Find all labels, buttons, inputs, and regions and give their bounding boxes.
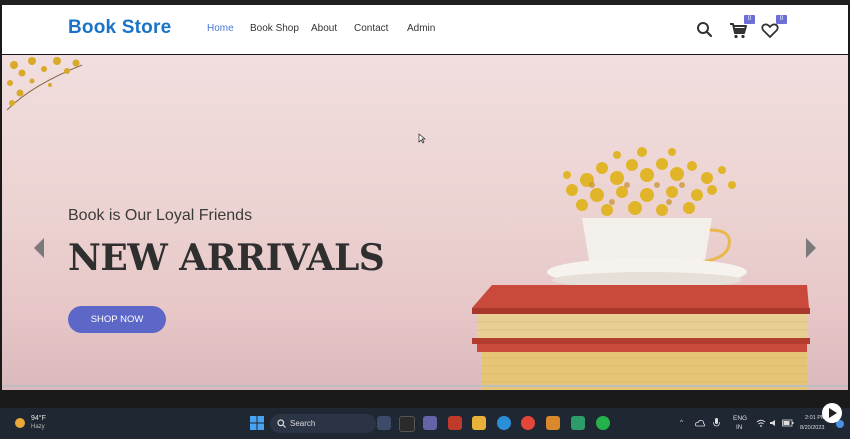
nav-link-home[interactable]: Home [207, 23, 234, 34]
site-logo[interactable]: Book Store [68, 17, 171, 39]
search-icon [697, 22, 713, 38]
search-icon [277, 419, 286, 428]
weather-condition: Hazy [31, 424, 45, 430]
chevron-left-icon[interactable] [32, 237, 46, 259]
search-button[interactable] [694, 19, 716, 41]
whatsapp-icon[interactable] [596, 416, 610, 430]
chrome-icon[interactable] [521, 416, 535, 430]
edge-icon[interactable] [497, 416, 511, 430]
weather-sun-icon [15, 418, 25, 428]
language-indicator[interactable]: ENG [733, 415, 747, 422]
copilot-icon[interactable] [377, 416, 391, 430]
chevron-right-icon[interactable] [804, 237, 818, 259]
microphone-icon[interactable] [713, 418, 720, 428]
nav-link-book-shop[interactable]: Book Shop [250, 23, 299, 34]
taskbar-search[interactable]: Search [270, 414, 376, 433]
hero-subtitle: Book is Our Loyal Friends [68, 207, 253, 224]
windows-taskbar: 94°F Hazy Search ^ ENG IN 2:01 PM 8/20/2… [0, 408, 850, 439]
region-indicator: IN [736, 424, 743, 431]
video-progress-bar[interactable] [2, 385, 848, 387]
wishlist-button[interactable]: 0 [759, 15, 787, 41]
cart-count-badge: 0 [744, 15, 755, 24]
nav-link-admin[interactable]: Admin [407, 23, 435, 34]
cloud-icon[interactable] [695, 419, 705, 427]
app-orange-icon[interactable] [546, 416, 560, 430]
nav-link-contact[interactable]: Contact [354, 23, 388, 34]
task-view-icon[interactable] [399, 416, 415, 432]
app-red-icon[interactable] [448, 416, 462, 430]
tray-chevron-up-icon[interactable]: ^ [680, 419, 683, 426]
mouse-cursor-icon [418, 133, 426, 144]
battery-icon[interactable] [782, 419, 794, 427]
wishlist-count-badge: 0 [776, 15, 787, 24]
video-play-button[interactable] [822, 403, 842, 423]
file-explorer-icon[interactable] [472, 416, 486, 430]
volume-icon[interactable] [769, 419, 779, 427]
hero-title: NEW ARRIVALS [68, 237, 385, 279]
shop-now-button[interactable]: SHOP NOW [68, 306, 166, 333]
nav-link-about[interactable]: About [311, 23, 337, 34]
wifi-icon[interactable] [756, 419, 766, 427]
books-teacup-image [472, 147, 810, 390]
cart-button[interactable]: 0 [727, 15, 755, 41]
blossom-decoration [6, 57, 83, 111]
play-icon [829, 408, 837, 418]
hero-carousel: Book is Our Loyal Friends NEW ARRIVALS S… [2, 55, 848, 390]
site-header: Book Store Home Book Shop About Contact … [2, 5, 848, 54]
weather-temperature: 94°F [31, 415, 46, 422]
clock-date[interactable]: 8/20/2023 [800, 425, 824, 431]
app-green-icon[interactable] [571, 416, 585, 430]
teams-icon[interactable] [423, 416, 437, 430]
taskbar-search-label: Search [290, 419, 316, 428]
windows-start-icon[interactable] [250, 416, 264, 430]
